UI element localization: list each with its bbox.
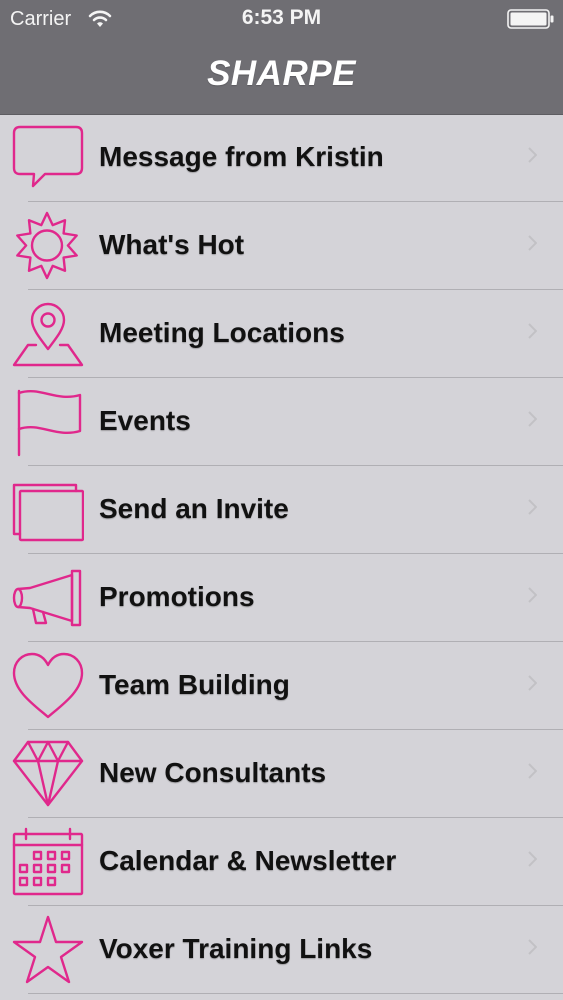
page-title: SHARPE [207, 54, 356, 93]
menu-item-label: Meeting Locations [99, 317, 345, 348]
menu-item-label: Message from Kristin [99, 141, 384, 172]
chevron-right-icon [528, 411, 538, 427]
divider [28, 993, 563, 994]
menu-item-send-an-invite[interactable]: Send an Invite [0, 466, 563, 554]
chevron-right-icon [528, 763, 538, 779]
menu-item-events[interactable]: Events [0, 378, 563, 466]
sun-icon [12, 211, 84, 281]
battery-icon [507, 9, 555, 29]
chevron-right-icon [528, 499, 538, 515]
menu-item-meeting-locations[interactable]: Meeting Locations [0, 290, 563, 378]
status-bar: Carrier 6:53 PM [0, 0, 563, 38]
map-pin-icon [12, 299, 84, 369]
menu-list: Message from Kristin What's Hot Meeting … [0, 114, 563, 1000]
chevron-right-icon [528, 323, 538, 339]
menu-item-new-consultants[interactable]: New Consultants [0, 730, 563, 818]
star-icon [12, 915, 84, 985]
speech-bubble-icon [12, 123, 84, 193]
diamond-icon [12, 739, 84, 809]
menu-item-message-from-kristin[interactable]: Message from Kristin [0, 114, 563, 202]
menu-item-whats-hot[interactable]: What's Hot [0, 202, 563, 290]
menu-item-calendar-newsletter[interactable]: Calendar & Newsletter [0, 818, 563, 906]
menu-item-label: New Consultants [99, 757, 327, 788]
chevron-right-icon [528, 675, 538, 691]
menu-item-promotions[interactable]: Promotions [0, 554, 563, 642]
menu-item-team-building[interactable]: Team Building [0, 642, 563, 730]
status-time: 6:53 PM [241, 6, 322, 29]
menu-item-voxer-training-links[interactable]: Voxer Training Links [0, 906, 563, 994]
chevron-right-icon [528, 147, 538, 163]
menu-item-label: Calendar & Newsletter [99, 845, 397, 876]
menu-item-label: Promotions [99, 581, 255, 612]
calendar-icon [12, 827, 84, 897]
menu-item-label: What's Hot [99, 229, 245, 260]
menu-item-label: Events [99, 405, 191, 436]
chevron-right-icon [528, 235, 538, 251]
megaphone-icon [12, 563, 84, 633]
heart-icon [12, 651, 84, 721]
chevron-right-icon [528, 851, 538, 867]
menu-item-label: Voxer Training Links [99, 933, 373, 964]
flag-icon [12, 387, 84, 457]
menu-item-label: Send an Invite [99, 493, 289, 524]
navigation-bar: SHARPE [0, 38, 563, 114]
chevron-right-icon [528, 939, 538, 955]
menu-item-label: Team Building [99, 669, 290, 700]
cards-icon [12, 475, 84, 545]
chevron-right-icon [528, 587, 538, 603]
